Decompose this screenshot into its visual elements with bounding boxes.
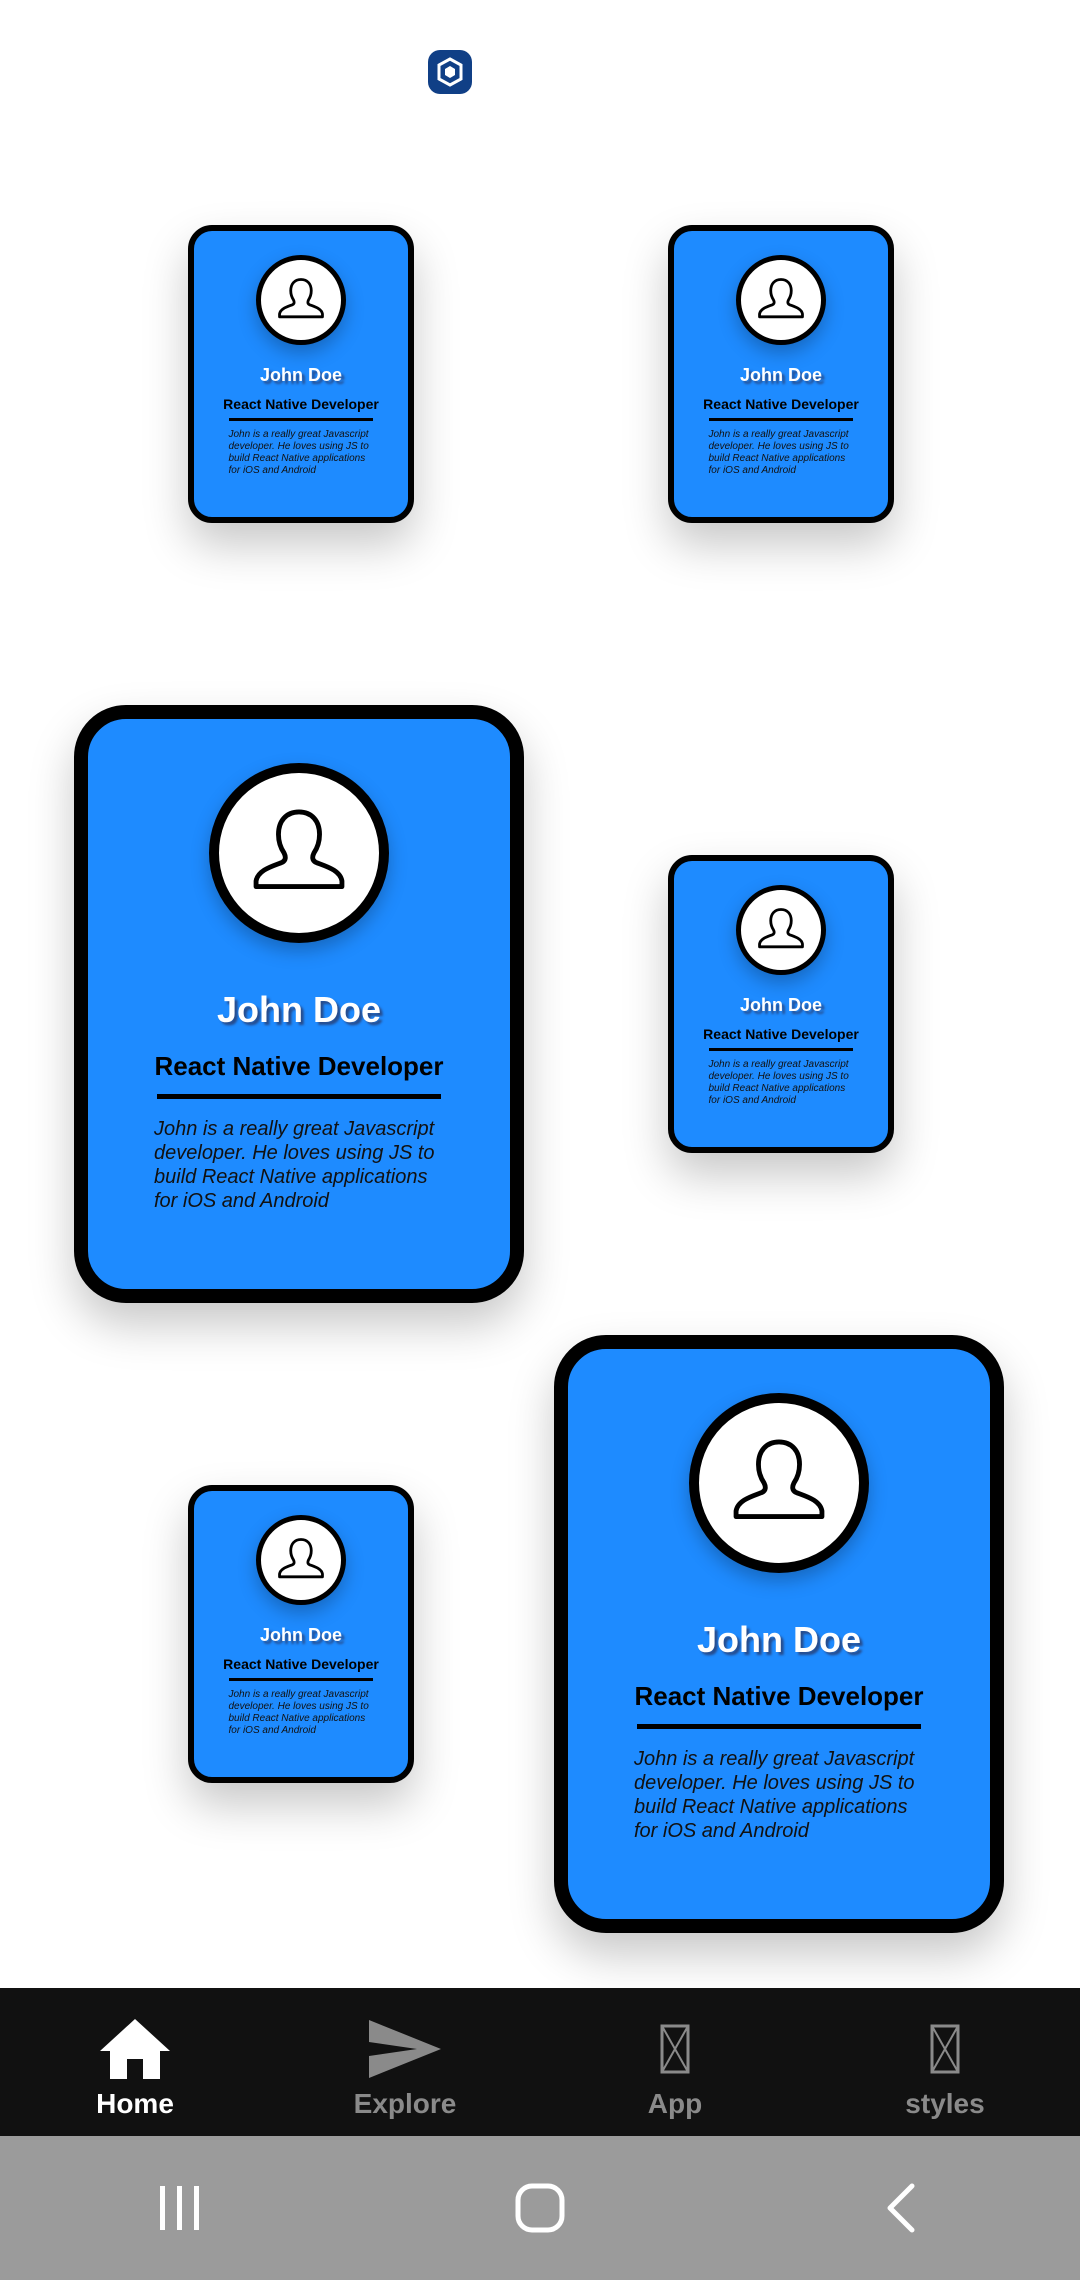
profile-role: React Native Developer xyxy=(703,1026,859,1042)
profile-bio: John is a really great Javascript develo… xyxy=(228,429,369,476)
tab-label: Home xyxy=(96,2088,174,2119)
profile-role: React Native Developer xyxy=(634,1681,924,1711)
user-silhouette-icon xyxy=(736,885,826,975)
profile-name: John Doe xyxy=(739,365,822,385)
tab-styles[interactable]: styles xyxy=(810,1988,1080,2136)
profile-role: React Native Developer xyxy=(223,396,379,412)
profile-role: React Native Developer xyxy=(154,1051,444,1081)
profile-name: John Doe xyxy=(739,995,822,1015)
home-circle-icon[interactable] xyxy=(480,2158,600,2258)
divider xyxy=(709,418,853,421)
profile-name: John Doe xyxy=(259,1625,342,1645)
profile-bio: John is a really great Javascript develo… xyxy=(154,1118,435,1212)
profile-card: John Doe React Native Developer John is … xyxy=(188,225,414,523)
divider xyxy=(229,1678,373,1681)
user-silhouette-icon xyxy=(736,255,826,345)
profile-card: John Doe React Native Developer John is … xyxy=(668,225,894,523)
profile-bio: John is a really great Javascript develo… xyxy=(228,1689,369,1736)
profile-bio: John is a really great Javascript develo… xyxy=(634,1748,915,1842)
system-navigation-bar xyxy=(0,2136,1080,2280)
tab-explore[interactable]: Explore xyxy=(270,1988,540,2136)
profile-card: John Doe React Native Developer John is … xyxy=(668,855,894,1153)
crypto-logo-icon xyxy=(428,50,472,94)
tab-label: App xyxy=(647,2088,703,2119)
profile-role: React Native Developer xyxy=(223,1656,379,1672)
profile-card: John Doe React Native Developer John is … xyxy=(554,1335,1004,1933)
send-icon xyxy=(367,2014,443,2084)
missing-glyph-icon xyxy=(930,2014,960,2084)
profile-card: John Doe React Native Developer John is … xyxy=(74,705,524,1303)
tab-label: styles xyxy=(905,2088,985,2119)
bottom-tab-bar: Home Explore App styles xyxy=(0,1988,1080,2136)
divider xyxy=(229,418,373,421)
divider xyxy=(637,1724,921,1729)
profile-name: John Doe xyxy=(696,1619,861,1660)
user-silhouette-icon xyxy=(256,1515,346,1605)
user-silhouette-icon xyxy=(209,763,389,943)
divider xyxy=(709,1048,853,1051)
tab-app[interactable]: App xyxy=(540,1988,810,2136)
missing-glyph-icon xyxy=(660,2014,690,2084)
user-silhouette-icon xyxy=(689,1393,869,1573)
recents-icon[interactable] xyxy=(120,2158,240,2258)
profile-card: John Doe React Native Developer John is … xyxy=(188,1485,414,1783)
profile-role: React Native Developer xyxy=(703,396,859,412)
profile-bio: John is a really great Javascript develo… xyxy=(708,1059,849,1106)
home-icon xyxy=(98,2014,172,2084)
back-icon[interactable] xyxy=(840,2158,960,2258)
tab-home[interactable]: Home xyxy=(0,1988,270,2136)
divider xyxy=(157,1094,441,1099)
tab-label: Explore xyxy=(353,2088,457,2119)
profile-name: John Doe xyxy=(216,989,381,1030)
user-silhouette-icon xyxy=(256,255,346,345)
profile-name: John Doe xyxy=(259,365,342,385)
profile-bio: John is a really great Javascript develo… xyxy=(708,429,849,476)
